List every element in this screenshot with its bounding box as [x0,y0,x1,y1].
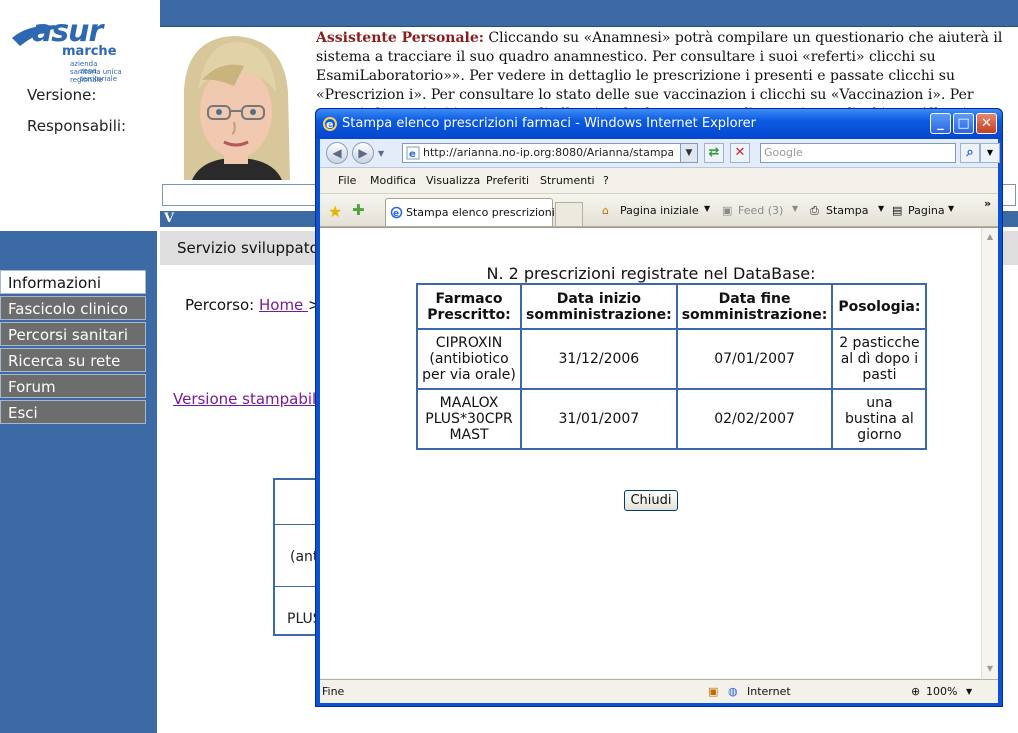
search-options-icon[interactable]: ▼ [980,143,1000,163]
forward-icon[interactable]: ▶ [352,142,374,164]
feed-icon: ▣ [722,204,733,217]
close-button[interactable]: Chiudi [624,490,678,511]
dosage-cell: una bustina al giorno [831,388,928,450]
ie-logo-icon: e [323,117,337,131]
address-field[interactable]: e http://arianna.no-ip.org:8080/Arianna/… [402,143,698,163]
nav-esci[interactable]: Esci [0,400,146,424]
print-button[interactable]: Stampa [826,204,868,217]
menu-visualizza[interactable]: Visualizza [426,174,480,187]
status-text: Fine [322,685,345,698]
page-content: N. 2 prescrizioni registrate nel DataBas… [320,227,998,678]
tab-prescrizioni[interactable]: e Stampa elenco prescrizioni... [385,198,565,226]
nav-fascicolo-clinico[interactable]: Fascicolo clinico [0,296,146,320]
zone-text: Internet [747,685,791,698]
page-dropdown-icon[interactable]: ▼ [948,204,954,213]
report-heading: N. 2 prescrizioni registrate nel DataBas… [486,264,816,283]
history-dropdown-icon[interactable]: ▼ [378,149,384,158]
tab-toolbar-row: ★ ✚ e Stampa elenco prescrizioni... ⌂ Pa… [320,194,998,227]
home-dropdown-icon[interactable]: ▼ [704,204,710,213]
table-row: MAALOX PLUS*30CPR MAST 31/01/2007 02/02/20… [416,388,928,450]
version-label: Versione: [27,86,97,104]
menu-strumenti[interactable]: Strumenti [540,174,595,187]
page-menu-button[interactable]: Pagina [908,204,945,217]
back-icon[interactable]: ◀ [326,142,348,164]
menu-preferiti[interactable]: Preferiti [486,174,529,187]
responsabili-label: Responsabili: [27,117,127,135]
menu-file[interactable]: File [338,174,356,187]
security-icon: ▣ [708,685,719,698]
farmaco-cell: CIPROXIN (antibiotico per via orale) [416,328,522,390]
stop-icon[interactable]: ✕ [730,143,750,163]
print-dropdown-icon[interactable]: ▼ [878,204,884,213]
home-button[interactable]: Pagina iniziale [620,204,699,217]
status-bar: Fine ▣ ◍ Internet ⊕ 100% ▼ [320,679,998,703]
vertical-scrollbar[interactable]: ▲ ▼ [981,228,998,678]
search-input[interactable]: Google [760,143,956,163]
column-header: Posologia: [831,283,928,330]
service-text: Servizio sviluppato [177,239,319,257]
nav-percorsi-sanitari[interactable]: Percorsi sanitari [0,322,146,346]
nav-informazioni[interactable]: Informazioni [0,270,146,294]
nav-forum[interactable]: Forum [0,374,146,398]
refresh-icon[interactable]: ⇄ [704,143,724,163]
header-bar [160,0,1018,27]
zoom-icon: ⊕ [911,685,921,698]
prescriptions-table: Farmaco Prescritto: Data inizio somministr… [416,283,928,450]
home-icon: ⌂ [602,204,609,217]
tab-title: Stampa elenco prescrizioni... [406,206,566,219]
scroll-down-icon[interactable]: ▼ [983,662,997,676]
page-menu-icon: ▤ [892,204,903,217]
start-date-cell: 31/01/2007 [520,388,678,450]
column-header: Data fine somministrazione: [675,283,834,330]
table-header-row: Farmaco Prescritto: Data inizio somministr… [416,283,928,330]
globe-icon: ◍ [728,685,738,698]
menu-bar: File Modifica Visualizza Preferiti Strum… [320,169,998,194]
add-favorite-icon[interactable]: ✚ [352,201,365,219]
address-bar-row: ◀ ▶ ▼ e http://arianna.no-ip.org:8080/Ar… [320,139,1000,168]
address-dropdown-icon[interactable]: ▼ [680,144,697,162]
dosage-cell: 2 pasticche al dì dopo i pasti [831,328,928,390]
farmaco-cell: MAALOX PLUS*30CPR MAST [416,388,522,450]
ie-title-bar[interactable]: e Stampa elenco prescrizioni farmaci - W… [316,109,1002,139]
close-icon[interactable]: ✕ [976,113,997,134]
assistant-avatar [162,30,312,180]
printer-icon: ⎙ [810,204,819,217]
menu-modifica[interactable]: Modifica [370,174,416,187]
svg-text:e: e [393,209,399,219]
minimize-icon[interactable]: _ [930,113,951,134]
column-header: Farmaco Prescritto: [416,283,522,330]
breadcrumb: Percorso: Home > [185,296,321,314]
page-icon: e [390,206,403,219]
end-date-cell: 02/02/2007 [675,388,834,450]
window-title: Stampa elenco prescrizioni farmaci - Win… [342,116,757,131]
printable-version-link[interactable]: Versione stampabile [173,390,325,408]
ie-client-area: ◀ ▶ ▼ e http://arianna.no-ip.org:8080/Ar… [320,139,1000,703]
page-icon: e [406,146,420,160]
asur-logo: asur marche azienda sanitaria unica regi… [10,14,130,84]
sidebar: Informazioni Fascicolo clinico Percorsi … [0,231,157,733]
svg-text:e: e [409,149,416,160]
column-header: Data inizio somministrazione: [520,283,678,330]
end-date-cell: 07/01/2007 [675,328,834,390]
assistant-name: Assistente Personale: [316,30,484,46]
search-icon[interactable]: ⌕ [960,143,980,163]
scroll-up-icon[interactable]: ▲ [983,230,997,244]
menu-help[interactable]: ? [603,174,609,187]
start-date-cell: 31/12/2006 [520,328,678,390]
address-url: http://arianna.no-ip.org:8080/Arianna/st… [423,146,673,159]
new-tab-button[interactable] [555,202,583,226]
breadcrumb-home-link[interactable]: Home [259,296,308,314]
zoom-level[interactable]: 100% [926,685,957,698]
favorites-star-icon[interactable]: ★ [328,202,342,221]
feed-button[interactable]: Feed (3) [738,204,783,217]
maximize-icon[interactable]: □ [953,113,974,134]
nav-ricerca-su-rete[interactable]: Ricerca su rete [0,348,146,372]
table-row: CIPROXIN (antibiotico per via orale) 31/12… [416,328,928,390]
breadcrumb-label: Percorso: [185,296,259,314]
svg-text:e: e [326,118,333,131]
toolbar-more-icon[interactable]: » [984,197,991,210]
ie-window: e Stampa elenco prescrizioni farmaci - W… [315,108,1003,707]
feed-dropdown-icon[interactable]: ▼ [792,204,798,213]
zoom-dropdown-icon[interactable]: ▼ [966,687,972,696]
